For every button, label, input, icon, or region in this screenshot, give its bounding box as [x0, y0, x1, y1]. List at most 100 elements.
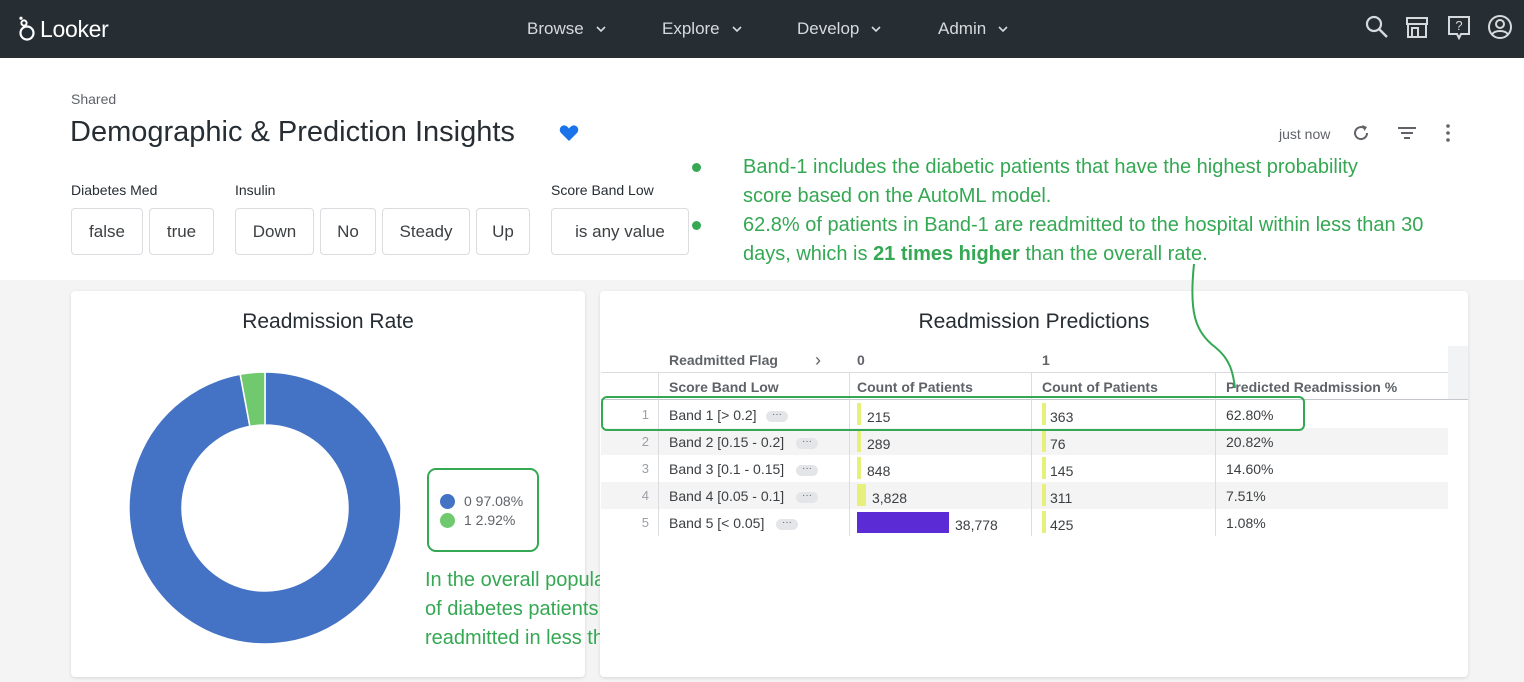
cell-predicted-pct[interactable]: 14.60% [1226, 461, 1273, 477]
legend-item-1[interactable]: 1 2.92% [440, 512, 515, 528]
cell-count-1[interactable]: 76 [1050, 436, 1066, 452]
band-note-2: 62.8% of patients in Band-1 are readmitt… [743, 211, 1443, 269]
band-note-2-tail: than the overall rate. [1019, 243, 1208, 265]
cell-score-band[interactable]: Band 5 [< 0.05] [669, 515, 764, 531]
cell-count-1[interactable]: 145 [1050, 463, 1073, 479]
nav-admin[interactable]: Admin [938, 0, 1008, 58]
column-header-count-0[interactable]: Count of Patients [857, 379, 973, 395]
table-scroll-gutter [1448, 346, 1468, 400]
filter-label-score-band: Score Band Low [551, 182, 654, 198]
legend-label-0: 0 97.08% [464, 493, 524, 509]
legend-dot-icon [440, 512, 455, 528]
readmission-predictions-title: Readmission Predictions [918, 310, 1150, 333]
cell-count-1[interactable]: 425 [1050, 517, 1073, 533]
filter-option-steady[interactable]: Steady [382, 208, 470, 255]
row-number: 5 [641, 515, 649, 530]
annotation-bullet [692, 221, 701, 230]
table-row[interactable]: 3 Band 3 [0.1 - 0.15] ··· 848 145 14.60% [601, 455, 1448, 482]
column-header-count-1[interactable]: Count of Patients [1042, 379, 1158, 395]
count-1-bar [1042, 484, 1046, 506]
cell-score-band[interactable]: Band 3 [0.1 - 0.15] [669, 461, 784, 477]
help-icon[interactable]: ? [1446, 14, 1472, 40]
cell-count-0[interactable]: 289 [867, 436, 890, 452]
column-header-score-band[interactable]: Score Band Low [669, 379, 779, 395]
table-row[interactable]: 2 Band 2 [0.15 - 0.2] ··· 289 76 20.82% [601, 428, 1448, 455]
cell-predicted-pct[interactable]: 20.82% [1226, 434, 1273, 450]
more-actions-icon[interactable]: ··· [796, 437, 818, 449]
favorite-heart-icon[interactable] [559, 124, 579, 142]
search-icon[interactable] [1364, 14, 1390, 40]
cell-count-0[interactable]: 38,778 [955, 517, 998, 533]
nav-explore[interactable]: Explore [662, 0, 742, 58]
filter-option-no[interactable]: No [320, 208, 376, 255]
row-number: 2 [641, 434, 649, 449]
svg-text:?: ? [1455, 18, 1462, 33]
more-actions-icon[interactable]: ··· [776, 518, 798, 530]
pivot-header-label: Readmitted Flag [669, 352, 778, 368]
cell-score-band[interactable]: Band 4 [0.05 - 0.1] [669, 488, 784, 504]
cell-predicted-pct[interactable]: 7.51% [1226, 488, 1266, 504]
readmission-rate-donut [129, 372, 401, 644]
more-actions-icon[interactable]: ··· [796, 491, 818, 503]
legend-highlight-box [427, 468, 539, 552]
nav-admin-label: Admin [938, 19, 987, 38]
count-0-bar [857, 457, 861, 479]
band-note-1: Band-1 includes the diabetic patients th… [743, 156, 1358, 207]
annotation-bullet [692, 163, 701, 172]
more-actions-icon[interactable]: ··· [796, 464, 818, 476]
pivot-value-1: 1 [1042, 352, 1050, 368]
nav-explore-label: Explore [662, 19, 720, 38]
cell-count-0[interactable]: 848 [867, 463, 890, 479]
nav-develop-label: Develop [797, 19, 860, 38]
readmission-rate-title: Readmission Rate [242, 310, 414, 333]
marketplace-icon[interactable] [1404, 14, 1430, 40]
annotation-connector [1191, 263, 1236, 389]
nav-browse[interactable]: Browse [527, 0, 606, 58]
legend-item-0[interactable]: 0 97.08% [440, 493, 523, 509]
filter-label-insulin: Insulin [235, 182, 276, 198]
more-vert-icon[interactable] [1437, 122, 1459, 144]
breadcrumb[interactable]: Shared [71, 91, 116, 107]
filter-score-band-value[interactable]: is any value [551, 208, 689, 255]
table-row[interactable]: 4 Band 4 [0.05 - 0.1] ··· 3,828 311 7.51% [601, 482, 1448, 509]
chevron-down-icon [871, 26, 881, 33]
refresh-icon[interactable] [1350, 122, 1372, 144]
table-row[interactable]: 5 Band 5 [< 0.05] ··· 38,778 425 1.08% [601, 509, 1448, 536]
filter-option-down[interactable]: Down [235, 208, 314, 255]
account-icon[interactable] [1487, 14, 1513, 40]
looker-logo[interactable]: Looker [18, 14, 109, 44]
top-nav: Looker Browse Explore Develop Admin ? [0, 0, 1524, 58]
legend-dot-icon [440, 493, 455, 509]
filter-option-true[interactable]: true [149, 208, 214, 255]
table-divider [601, 372, 1448, 373]
cell-predicted-pct[interactable]: 1.08% [1226, 515, 1266, 531]
cell-count-0[interactable]: 3,828 [872, 490, 907, 506]
filter-label-diabetes-med: Diabetes Med [71, 182, 158, 198]
count-1-bar [1042, 457, 1046, 479]
legend-label-1: 1 2.92% [464, 512, 516, 528]
looker-logo-icon [19, 16, 35, 41]
chevron-down-icon [596, 26, 606, 33]
filter-option-false[interactable]: false [71, 208, 143, 255]
filter-icon[interactable] [1396, 122, 1418, 144]
cell-count-1[interactable]: 311 [1050, 490, 1072, 506]
nav-develop[interactable]: Develop [797, 0, 881, 58]
count-1-bar [1042, 511, 1046, 533]
band-1-highlight-box [601, 396, 1305, 431]
count-1-bar [1042, 430, 1046, 452]
band-note-2-emphasis: 21 times higher [873, 243, 1020, 265]
count-0-bar [857, 430, 861, 452]
cell-score-band[interactable]: Band 2 [0.15 - 0.2] [669, 434, 784, 450]
nav-browse-label: Browse [527, 19, 584, 38]
filter-option-up[interactable]: Up [476, 208, 530, 255]
last-run-time: just now [1279, 126, 1331, 142]
count-0-bar [857, 512, 949, 533]
logo-text: Looker [40, 15, 109, 42]
row-number: 4 [641, 488, 649, 503]
column-header-predicted-pct[interactable]: Predicted Readmission % [1226, 379, 1397, 395]
pivot-arrow-icon: › [815, 350, 821, 370]
pivot-value-0: 0 [857, 352, 865, 368]
chevron-down-icon [998, 26, 1008, 33]
chevron-down-icon [732, 26, 742, 33]
row-number: 3 [641, 461, 649, 476]
